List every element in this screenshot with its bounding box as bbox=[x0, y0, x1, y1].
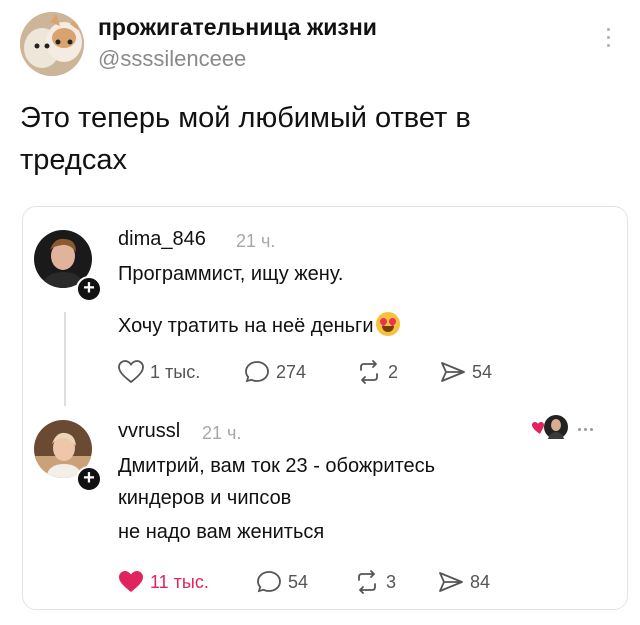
repost-icon bbox=[358, 570, 376, 594]
parent-like-button[interactable]: 1 тыс. bbox=[118, 360, 200, 384]
heart-filled-icon bbox=[119, 571, 143, 592]
parent-repost-button[interactable]: 2 bbox=[356, 360, 398, 384]
reply-comment-button[interactable]: 54 bbox=[256, 570, 308, 594]
comment-icon bbox=[245, 361, 269, 383]
reply-time: 21 ч. bbox=[202, 423, 242, 443]
parent-repost-count: 2 bbox=[388, 361, 399, 382]
reply-repost-count: 3 bbox=[386, 571, 397, 592]
parent-time: 21 ч. bbox=[236, 231, 276, 251]
reply-repost-button[interactable]: 3 bbox=[354, 570, 396, 594]
parent-line-2: Хочу тратить на неё деньги bbox=[118, 312, 400, 338]
send-icon bbox=[441, 362, 465, 382]
reply-share-button[interactable]: 84 bbox=[438, 570, 490, 594]
follow-parent-button[interactable]: + bbox=[76, 276, 102, 302]
parent-username[interactable]: dima_846 bbox=[118, 228, 206, 251]
reply-username[interactable]: vvrussl bbox=[118, 420, 180, 443]
heart-eyes-emoji-icon bbox=[375, 312, 400, 336]
repost-icon bbox=[360, 360, 378, 384]
more-options-icon[interactable] bbox=[604, 28, 612, 50]
parent-comment-button[interactable]: 274 bbox=[244, 360, 306, 384]
parent-like-count: 1 тыс. bbox=[150, 361, 201, 382]
reply-share-count: 84 bbox=[470, 571, 491, 592]
send-icon bbox=[439, 572, 463, 592]
comment-icon bbox=[257, 571, 281, 593]
parent-share-button[interactable]: 54 bbox=[440, 360, 492, 384]
reply-more-icon[interactable] bbox=[578, 428, 593, 431]
parent-share-count: 54 bbox=[472, 361, 493, 382]
parent-comment-count: 274 bbox=[276, 361, 307, 382]
reply-line-3: не надо вам жениться bbox=[118, 521, 325, 543]
author-handle[interactable]: @ssssilenceee bbox=[98, 46, 246, 72]
heart-outline-icon bbox=[118, 360, 144, 384]
reply-like-button[interactable]: 11 тыс. bbox=[118, 570, 209, 594]
reply-line-1: Дмитрий, вам ток 23 - обожритесь bbox=[118, 455, 436, 477]
thread-connector bbox=[64, 312, 66, 406]
author-avatar[interactable] bbox=[20, 12, 84, 76]
parent-line-1: Программист, ищу жену. bbox=[118, 263, 344, 285]
reply-comment-count: 54 bbox=[288, 571, 309, 592]
author-name[interactable]: прожигательница жизни bbox=[98, 14, 377, 41]
liked-by-author-badge[interactable] bbox=[530, 414, 570, 440]
reply-line-2: киндеров и чипсов bbox=[118, 487, 292, 509]
post-text: Это теперь мой любимый ответ в тредсах bbox=[20, 102, 471, 176]
reply-like-count: 11 тыс. bbox=[150, 571, 209, 592]
follow-reply-button[interactable]: + bbox=[76, 466, 102, 492]
